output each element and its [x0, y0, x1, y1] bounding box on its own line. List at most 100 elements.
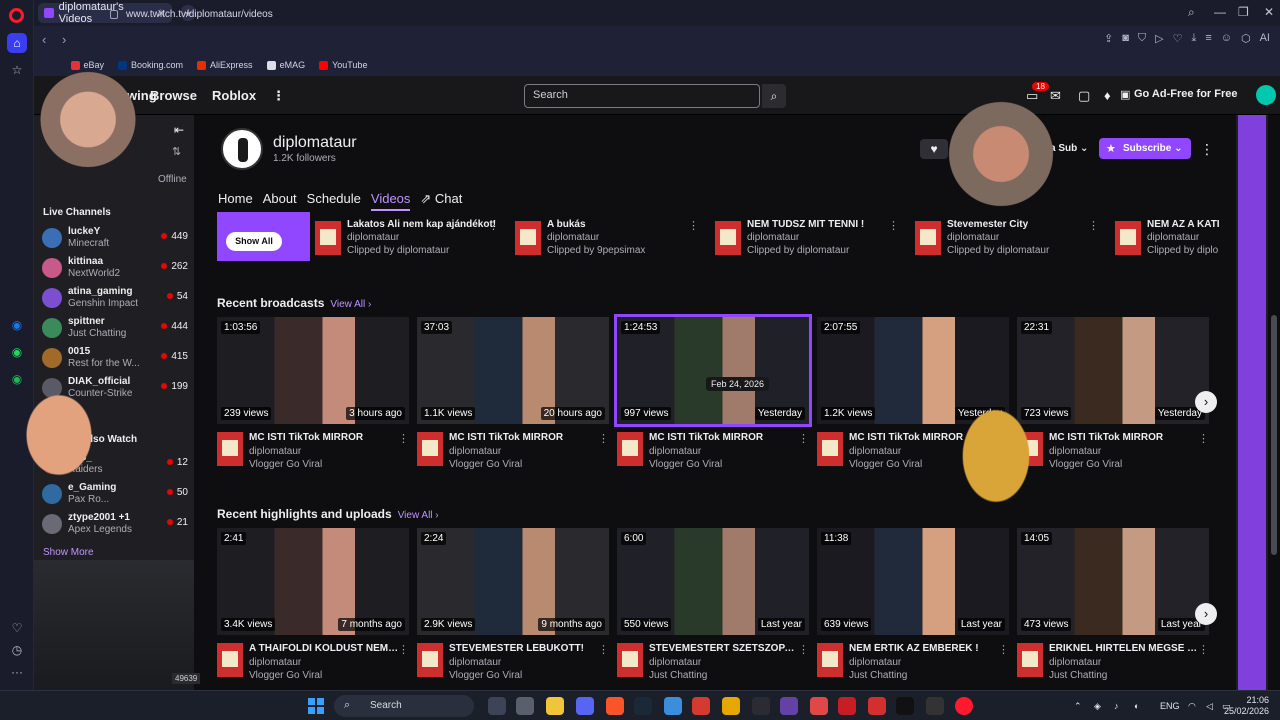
menu-icon[interactable]: ≡ [1205, 32, 1211, 45]
brave-icon[interactable] [606, 697, 624, 715]
app-icon-8[interactable] [838, 697, 856, 715]
video-category[interactable]: Vlogger Go Viral [1049, 459, 1122, 470]
back-icon[interactable]: ‹ [42, 32, 46, 47]
video-title[interactable]: MC ISTI TikTok MIRROR [249, 432, 363, 443]
steam-icon[interactable] [634, 697, 652, 715]
bookmark-aliexpress[interactable]: AliExpress [197, 60, 253, 70]
file-explorer-icon[interactable] [546, 697, 564, 715]
video-title[interactable]: MC ISTI TikTok MIRROR [649, 432, 763, 443]
video-channel[interactable]: diplomataur [849, 657, 901, 668]
profile-icon[interactable]: ☺ [1221, 32, 1232, 45]
home-icon[interactable]: ⌂ [7, 33, 27, 53]
broadcasts-next-arrow[interactable]: › [1195, 391, 1217, 413]
video-more-icon[interactable]: ⋮ [398, 432, 409, 445]
clip-more-icon[interactable]: ⋮ [1088, 219, 1099, 232]
opera-logo-icon[interactable] [9, 8, 24, 23]
app-icon-3[interactable] [692, 697, 710, 715]
extension-icon[interactable]: ⬡ [1241, 32, 1251, 45]
tab-home[interactable]: Home [218, 191, 253, 211]
video-title[interactable]: STEVEMESTER LEBUKOTT! [449, 643, 584, 654]
channel-icon[interactable] [1017, 643, 1043, 677]
video-channel[interactable]: diplomataur [849, 446, 901, 457]
video-title[interactable]: MC ISTI TikTok MIRROR [849, 432, 963, 443]
channel-icon[interactable] [617, 432, 643, 466]
video-card[interactable]: 2:24 2.9K views 9 months ago STEVEMESTER LE… [417, 528, 613, 688]
video-thumbnail[interactable]: 2:24 2.9K views 9 months ago [417, 528, 609, 635]
video-category[interactable]: Just Chatting [849, 670, 907, 681]
forward-icon[interactable]: › [62, 32, 66, 47]
highlights-next-arrow[interactable]: › [1195, 603, 1217, 625]
clip-card[interactable]: NEM TUDSZ MIT TENNI ! diplomataur Clipped … [715, 219, 907, 259]
video-more-icon[interactable]: ⋮ [398, 643, 409, 656]
video-more-icon[interactable]: ⋮ [598, 643, 609, 656]
video-title[interactable]: A THAIFÖLDI KOLDUST NEM ... [249, 643, 399, 654]
collapse-sidebar-icon[interactable]: ⇤ [174, 123, 184, 137]
app-icon-9[interactable] [868, 697, 886, 715]
more-icon[interactable]: ··· [7, 662, 27, 682]
chat-bubble-icon[interactable]: ▢ [1078, 88, 1090, 104]
clip-card[interactable]: Lakatos Ali nem kap ajándékot! diplomatau… [315, 219, 507, 259]
video-category[interactable]: Vlogger Go Viral [249, 670, 322, 681]
language-indicator[interactable]: ENG [1160, 701, 1180, 711]
url-field[interactable]: www.twitch.tv/diplomataur/videos [92, 3, 1280, 25]
video-card[interactable]: 11:38 639 views Last year NEM ÉRTIK AZ EMBE… [817, 528, 1013, 688]
channel-icon[interactable] [417, 643, 443, 677]
follow-heart-button[interactable]: ♥ [920, 139, 948, 159]
tray-mic-icon[interactable]: ♪ [1114, 701, 1119, 711]
clip-more-icon[interactable]: ⋮ [888, 219, 899, 232]
app-icon-10[interactable] [926, 697, 944, 715]
video-more-icon[interactable]: ⋮ [1198, 643, 1209, 656]
bookmark-emag[interactable]: eMAG [266, 60, 305, 70]
video-category[interactable]: Vlogger Go Viral [849, 459, 922, 470]
channel-icon[interactable] [817, 643, 843, 677]
video-title[interactable]: MC ISTI TikTok MIRROR [449, 432, 563, 443]
channel-icon[interactable] [817, 432, 843, 466]
tab-videos[interactable]: Videos [370, 191, 411, 211]
messenger-icon[interactable]: ◉ [7, 315, 27, 335]
video-thumbnail[interactable]: 14:05 473 views Last year [1017, 528, 1209, 635]
sidebar-channel[interactable]: luckeY Minecraft 449 [42, 225, 190, 251]
tray-icon-3[interactable]: ◐ [1134, 701, 1139, 711]
share-icon[interactable]: ⇪ [1104, 32, 1113, 45]
video-more-icon[interactable]: ⋮ [798, 643, 809, 656]
channel-icon[interactable] [217, 432, 243, 466]
video-category[interactable]: Vlogger Go Viral [649, 459, 722, 470]
aria-ai-icon[interactable]: AI [1260, 32, 1270, 45]
video-thumbnail[interactable]: 1:03:56 239 views 3 hours ago [217, 317, 409, 424]
tray-network-icon[interactable]: ◈ [1094, 701, 1101, 712]
video-channel[interactable]: diplomataur [249, 657, 301, 668]
wifi-icon[interactable]: ◠ [1188, 701, 1196, 712]
video-card[interactable]: 1:03:56 239 views 3 hours ago MC ISTI TikTo… [217, 317, 413, 477]
app-icon-4[interactable] [722, 697, 740, 715]
search-button[interactable]: ⌕ [762, 84, 786, 108]
video-category[interactable]: Vlogger Go Viral [249, 459, 322, 470]
sidebar-channel[interactable]: 0015 Rest for the W... 415 [42, 345, 190, 371]
clip-card[interactable]: NEM AZ A KATI diplomataur Clipped by diplo… [1115, 219, 1236, 259]
nav-browse[interactable]: Browse [150, 88, 197, 103]
video-title[interactable]: ERIKNÉL HIRTELEN MÉGSE TÉ... [1049, 643, 1199, 654]
tiktok-icon[interactable] [896, 697, 914, 715]
sort-icon[interactable]: ⇅ [172, 145, 181, 158]
discord-icon[interactable] [576, 697, 594, 715]
video-thumbnail[interactable]: 2:41 3.4K views 7 months ago [217, 528, 409, 635]
highlights-view-all[interactable]: View All › [398, 510, 439, 521]
bookmark-youtube[interactable]: YouTube [319, 60, 367, 70]
user-avatar[interactable] [1256, 85, 1276, 105]
app-icon-7[interactable] [810, 697, 828, 715]
nav-roblox[interactable]: Roblox [212, 88, 256, 103]
ad-free-button[interactable]: Go Ad-Free for Free [1134, 88, 1238, 100]
channel-icon[interactable] [417, 432, 443, 466]
volume-icon[interactable]: ◁ [1206, 701, 1213, 712]
video-more-icon[interactable]: ⋮ [1198, 432, 1209, 445]
video-thumbnail[interactable]: 6:00 550 views Last year [617, 528, 809, 635]
video-channel[interactable]: diplomataur [249, 446, 301, 457]
video-more-icon[interactable]: ⋮ [798, 432, 809, 445]
video-card[interactable]: 22:31 723 views Yesterday MC ISTI TikTok MI… [1017, 317, 1213, 477]
show-all-button[interactable]: Show All [226, 232, 282, 251]
taskbar-search[interactable]: Search [334, 695, 474, 717]
video-card[interactable]: 14:05 473 views Last year ERIKNÉL HIRTELEN … [1017, 528, 1213, 688]
video-channel[interactable]: diplomataur [649, 657, 701, 668]
shield-icon[interactable]: ⛉ [1138, 32, 1146, 45]
video-more-icon[interactable]: ⋮ [598, 432, 609, 445]
play-icon[interactable]: ▷ [1155, 32, 1163, 45]
